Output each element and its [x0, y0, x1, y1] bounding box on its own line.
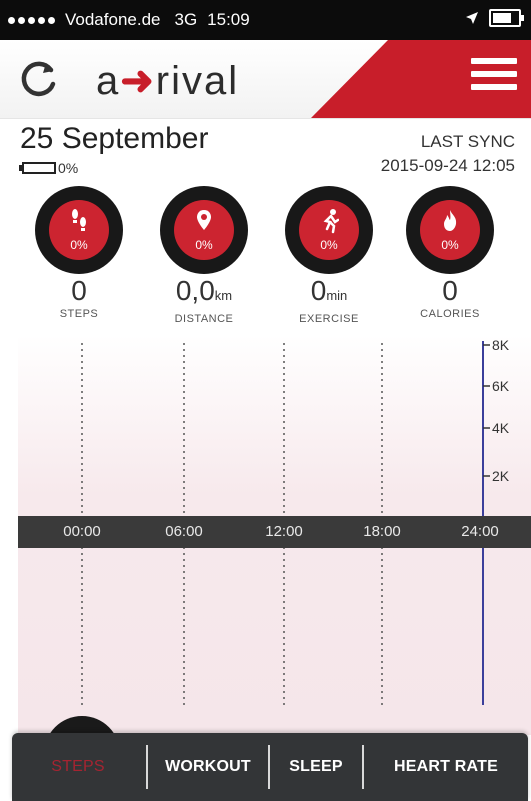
- metric-value: 0min: [310, 275, 348, 306]
- metric-label: EXERCISE: [299, 313, 359, 325]
- x-tick-label: 12:00: [265, 523, 303, 540]
- progress-ring: 0%: [35, 186, 123, 274]
- x-tick-label: 24:00: [461, 523, 499, 540]
- selected-date[interactable]: 25 September: [20, 122, 208, 156]
- metric-label: DISTANCE: [174, 313, 234, 325]
- metric-label: CALORIES: [420, 308, 480, 320]
- metric-steps[interactable]: 0% 0 STEPS: [29, 186, 129, 320]
- last-sync-time: 2015-09-24 12:05: [380, 156, 515, 175]
- battery-icon: [489, 9, 524, 27]
- progress-ring: 0%: [285, 186, 373, 274]
- y-tick-label: 4K: [492, 420, 510, 436]
- battery-empty-icon: [19, 162, 56, 174]
- tab-steps[interactable]: STEPS: [12, 733, 144, 801]
- metric-percent: 0%: [320, 238, 338, 252]
- x-tick-label: 06:00: [165, 523, 203, 540]
- app-logo: a➜rival: [96, 59, 240, 103]
- y-tick-label: 6K: [492, 378, 510, 394]
- metric-distance[interactable]: 0% 0,0km DISTANCE: [154, 186, 254, 325]
- metric-exercise[interactable]: 0% 0min EXERCISE: [279, 186, 379, 325]
- app-header: a➜rival: [0, 40, 531, 119]
- carrier-name: Vodafone.de: [65, 10, 161, 29]
- hamburger-menu-icon[interactable]: [471, 58, 517, 100]
- metric-percent: 0%: [195, 238, 213, 252]
- tab-heart-rate[interactable]: HEART RATE: [364, 733, 528, 801]
- x-tick-label: 18:00: [363, 523, 401, 540]
- clock: 15:09: [207, 10, 250, 29]
- x-tick-label: 00:00: [63, 523, 101, 540]
- metric-value: 0: [442, 275, 458, 306]
- tab-workout[interactable]: WORKOUT: [148, 733, 268, 801]
- metric-percent: 0%: [441, 238, 459, 252]
- metric-value: 0,0km: [175, 275, 233, 306]
- time-axis: 00:00 06:00 12:00 18:00 24:00: [18, 516, 531, 548]
- status-bar: Vodafone.de 3G 15:09: [0, 0, 531, 40]
- location-arrow-icon: [466, 12, 478, 24]
- last-sync-label: LAST SYNC: [420, 132, 515, 151]
- last-sync: LAST SYNC 2015-09-24 12:05: [381, 130, 515, 178]
- network-type: 3G: [174, 10, 198, 29]
- bottom-tab-bar: STEPS WORKOUT SLEEP HEART RATE: [12, 733, 528, 801]
- progress-ring: 0%: [406, 186, 494, 274]
- metric-value: 0: [71, 275, 87, 306]
- runner-icon: [323, 209, 339, 234]
- battery-percent: 0%: [58, 160, 79, 176]
- tab-sleep[interactable]: SLEEP: [270, 733, 362, 801]
- progress-ring: 0%: [160, 186, 248, 274]
- location-pin-icon: [197, 210, 211, 230]
- y-tick-label: 2K: [492, 468, 510, 484]
- metric-calories[interactable]: 0% 0 CALORIES: [400, 186, 500, 320]
- metric-percent: 0%: [70, 238, 88, 252]
- y-tick-label: 8K: [492, 337, 510, 353]
- device-battery: 0%: [19, 160, 79, 176]
- signal-strength-icon: [8, 16, 55, 24]
- footsteps-icon: [72, 209, 86, 231]
- flame-icon: [444, 210, 457, 231]
- sync-icon[interactable]: [18, 58, 60, 100]
- metric-label: STEPS: [59, 308, 99, 320]
